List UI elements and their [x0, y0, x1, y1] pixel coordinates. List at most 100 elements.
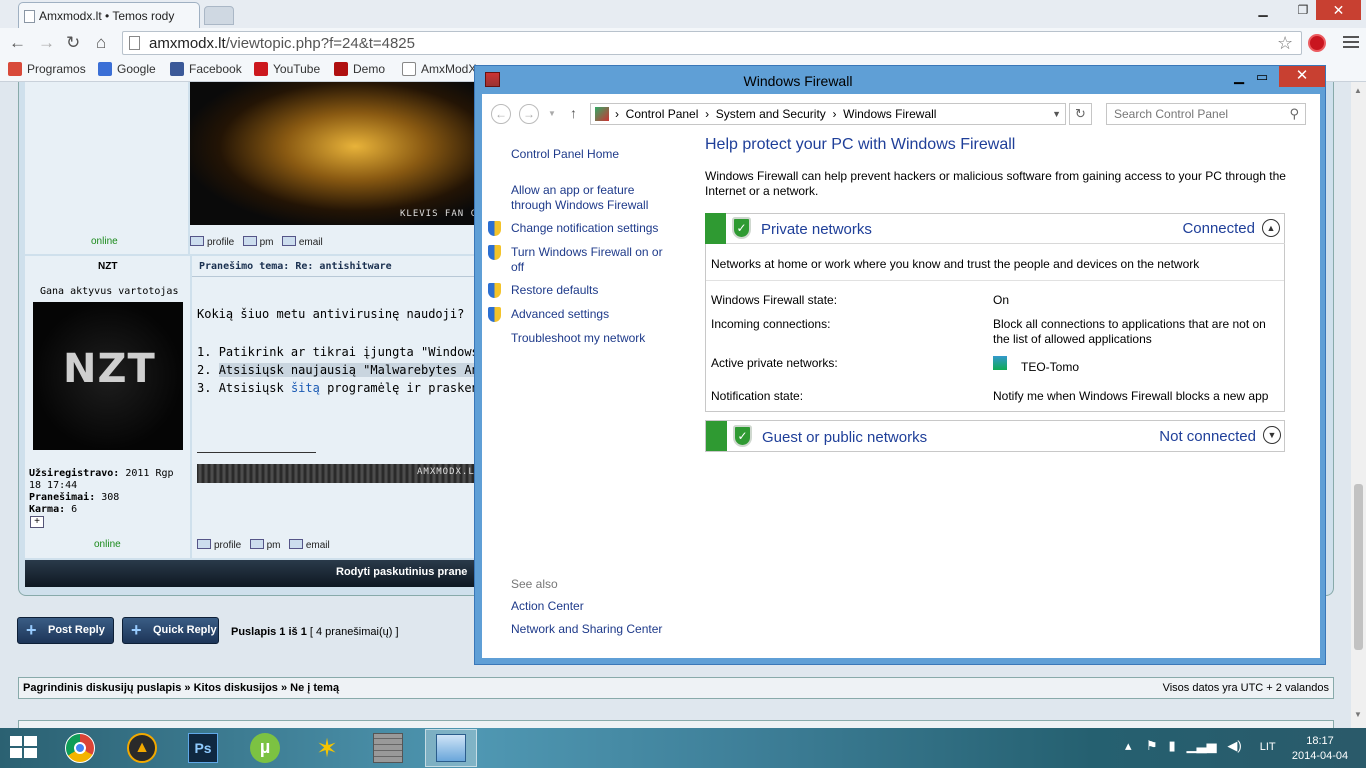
bookmark-star-icon[interactable]: ☆ — [1277, 33, 1293, 54]
chrome-menu-icon[interactable] — [1343, 36, 1359, 51]
up-arrow-icon[interactable]: ↑ — [570, 105, 577, 121]
post2-body — [192, 256, 490, 558]
troubleshoot-link[interactable]: Troubleshoot my network — [511, 331, 645, 346]
incoming-connections-label: Incoming connections: — [711, 317, 831, 331]
notification-state-value: Notify me when Windows Firewall blocks a… — [993, 389, 1269, 403]
chevron-down-icon[interactable]: ▼ — [1263, 426, 1281, 444]
home-icon[interactable]: ⌂ — [96, 33, 106, 53]
taskbar-photoshop[interactable]: Ps — [178, 730, 230, 766]
browser-close-button[interactable]: ✕ — [1316, 0, 1361, 20]
firewall-state-label: Windows Firewall state: — [711, 293, 838, 307]
taskbar-aimp[interactable]: ▲ — [117, 730, 169, 766]
utorrent-icon: µ — [250, 733, 280, 763]
quick-reply-button[interactable]: Quick Reply — [122, 617, 219, 644]
back-arrow-icon[interactable]: ← — [9, 33, 26, 53]
post2-steps-list: 1. Patikrink ar tikrai įjungta "Windows … — [197, 343, 474, 397]
status-green-bar — [705, 213, 726, 244]
taskbar-tool[interactable]: ✶ — [302, 730, 354, 766]
signature-divider — [197, 452, 316, 453]
search-input[interactable]: Search Control Panel ⚲ — [1106, 103, 1306, 125]
refresh-button[interactable]: ↻ — [1069, 103, 1092, 125]
taskbar-firewall[interactable] — [363, 730, 415, 766]
private-networks-status: Connected — [1182, 220, 1255, 237]
notification-state-label: Notification state: — [711, 389, 804, 403]
chevron-up-icon[interactable]: ▲ — [1262, 219, 1280, 237]
restore-defaults-link[interactable]: Restore defaults — [488, 283, 598, 298]
email-link[interactable]: email — [281, 236, 323, 248]
reload-icon[interactable]: ↻ — [66, 33, 80, 53]
signal-icon[interactable]: ▁▃▅ — [1186, 738, 1216, 753]
breadcrumb-kitos[interactable]: Kitos diskusijos — [194, 682, 278, 694]
taskbar-control-panel-active[interactable] — [425, 729, 477, 767]
breadcrumb: Pagrindinis diskusijų puslapis » Kitos d… — [18, 677, 1334, 699]
address-bar[interactable]: amxmodx.lt/viewtopic.php?f=24&t=4825 ☆ — [122, 31, 1302, 55]
recent-locations-icon[interactable]: ▼ — [548, 109, 556, 118]
control-panel-address-bar[interactable]: › Control Panel › System and Security › … — [590, 103, 1066, 125]
aimp-icon: ▲ — [127, 733, 157, 763]
public-networks-header[interactable]: ✓ Guest or public networks Not connected… — [705, 420, 1285, 452]
breadcrumb-home[interactable]: Pagrindinis diskusijų puslapis — [23, 682, 181, 694]
new-tab-button[interactable] — [204, 6, 234, 25]
maximize-button[interactable]: ▭ — [1250, 70, 1274, 86]
keyboard-tool-icon: ✶ — [316, 733, 338, 763]
show-last-posts-label[interactable]: Rodyti paskutinius prane — [336, 566, 467, 578]
allow-app-link[interactable]: Allow an app or feature through Windows … — [511, 183, 661, 213]
volume-icon[interactable]: ◀) — [1227, 738, 1241, 753]
crumb-control-panel[interactable]: Control Panel — [626, 107, 699, 121]
list-item: 3. Atsisiųsk šitą programėlę ir praskenu… — [197, 381, 474, 395]
back-arrow-icon[interactable]: ← — [491, 104, 511, 124]
chevron-down-icon[interactable]: ▼ — [1052, 109, 1061, 119]
adblock-extension-icon[interactable] — [1308, 34, 1326, 52]
close-button[interactable]: ✕ — [1279, 66, 1325, 87]
change-notification-link[interactable]: Change notification settings — [488, 221, 658, 236]
pagination-info: Puslapis 1 iš 1 [ 4 pranešimai(ų) ] — [231, 626, 399, 638]
post2-action-links: profile pm email — [197, 539, 330, 551]
advanced-settings-link[interactable]: Advanced settings — [488, 307, 609, 322]
system-tray: ▴ ⚑ ▮ ▁▃▅ ◀) LIT — [1125, 738, 1276, 754]
battery-icon[interactable]: ▮ — [1168, 738, 1175, 753]
windows-start-icon[interactable] — [10, 736, 38, 760]
forward-arrow-icon[interactable]: → — [38, 33, 55, 53]
page-scrollbar[interactable]: ▲ ▼ — [1351, 82, 1366, 728]
green-shield-check-icon: ✓ — [733, 425, 752, 447]
post2-author-name[interactable]: NZT — [98, 261, 117, 272]
action-center-flag-icon[interactable]: ⚑ — [1146, 738, 1158, 753]
scroll-thumb[interactable] — [1354, 484, 1363, 650]
browser-minimize-button[interactable]: ▁ — [1250, 1, 1276, 19]
firewall-state-value: On — [993, 293, 1010, 307]
show-hidden-icons-icon[interactable]: ▴ — [1125, 738, 1132, 753]
green-shield-check-icon: ✓ — [732, 217, 751, 239]
control-panel-home-link[interactable]: Control Panel Home — [511, 147, 619, 162]
crumb-system-security[interactable]: System and Security — [716, 107, 826, 121]
language-indicator[interactable]: LIT — [1260, 741, 1276, 753]
turn-firewall-onoff-link[interactable]: Turn Windows Firewall on or off — [488, 245, 671, 275]
pm-link[interactable]: pm — [242, 236, 274, 248]
download-link[interactable]: šitą — [291, 381, 320, 395]
scroll-down-icon[interactable]: ▼ — [1354, 710, 1362, 719]
email-link[interactable]: email — [288, 539, 330, 551]
profile-link[interactable]: profile — [190, 236, 234, 248]
browser-tab-active[interactable]: Amxmodx.lt • Temos rody ✕ — [18, 2, 200, 28]
system-clock[interactable]: 18:17 2014-04-04 — [1290, 734, 1350, 764]
private-networks-header[interactable]: ✓ Private networks Connected ▲ — [705, 213, 1285, 244]
forward-arrow-icon[interactable]: → — [519, 104, 539, 124]
divider — [706, 280, 1284, 281]
public-networks-title: Guest or public networks — [762, 429, 928, 446]
breadcrumb-ne-i-tema[interactable]: Ne į temą — [290, 682, 339, 694]
karma-plus-button[interactable]: + — [30, 516, 44, 528]
action-center-link[interactable]: Action Center — [511, 599, 584, 614]
search-icon: ⚲ — [1289, 106, 1299, 121]
tab-close-icon[interactable]: ✕ — [199, 8, 200, 22]
list-item: 1. Patikrink ar tikrai įjungta "Windows … — [197, 345, 474, 359]
browser-maximize-button[interactable]: ❐ — [1290, 1, 1316, 19]
minimize-button[interactable]: ▁ — [1227, 70, 1251, 86]
pm-link[interactable]: pm — [249, 539, 281, 551]
profile-link[interactable]: profile — [197, 539, 241, 551]
taskbar-chrome[interactable] — [55, 730, 107, 766]
window-title: Windows Firewall — [743, 73, 853, 89]
crumb-windows-firewall[interactable]: Windows Firewall — [843, 107, 936, 121]
network-sharing-link[interactable]: Network and Sharing Center — [511, 622, 662, 637]
post-reply-button[interactable]: Post Reply — [17, 617, 114, 644]
avatar-text: NZT — [63, 346, 156, 392]
taskbar-utorrent[interactable]: µ — [240, 730, 292, 766]
